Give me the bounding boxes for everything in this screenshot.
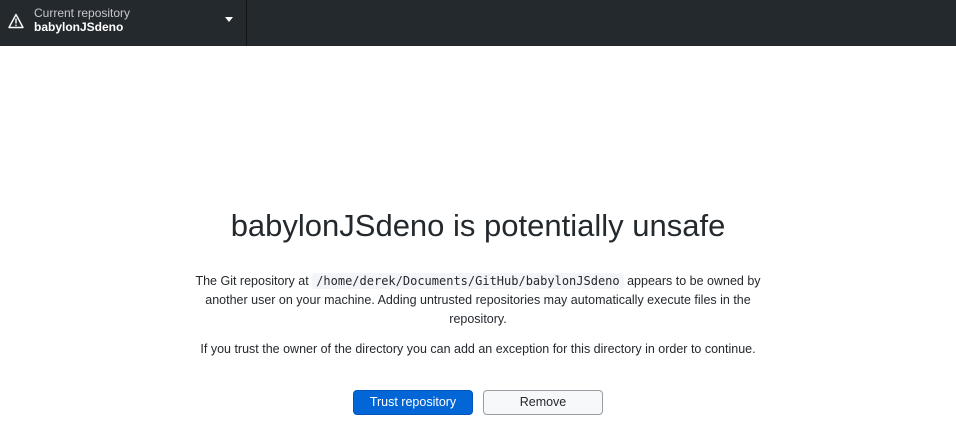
remove-button[interactable]: Remove (483, 390, 603, 415)
alert-triangle-icon (8, 13, 24, 29)
repository-text: Current repository babylonJSdeno (34, 7, 130, 34)
exception-explanation: If you trust the owner of the directory … (200, 342, 756, 356)
current-repository-label: Current repository (34, 6, 131, 20)
explanation-text-line2: another user on your machine. Adding unt… (205, 293, 751, 307)
explanation-text-line1-end: appears to be owned by (623, 274, 761, 288)
repository-name: babylonJSdeno (34, 20, 124, 34)
ownership-explanation: The Git repository at /home/derek/Docume… (0, 272, 956, 329)
trust-repository-button[interactable]: Trust repository (353, 390, 473, 415)
repository-path: /home/derek/Documents/GitHub/babylonJSde… (312, 273, 624, 289)
current-repository-selector[interactable]: Current repository babylonJSdeno (0, 0, 247, 46)
explanation-text-start: The Git repository at (195, 274, 313, 288)
app-toolbar: Current repository babylonJSdeno (0, 0, 956, 46)
triangle-down-icon (225, 17, 233, 22)
unsafe-repository-view: babylonJSdeno is potentially unsafe The … (0, 46, 956, 438)
page-title: babylonJSdeno is potentially unsafe (230, 208, 726, 243)
explanation-text-line3: repository. (449, 312, 507, 326)
